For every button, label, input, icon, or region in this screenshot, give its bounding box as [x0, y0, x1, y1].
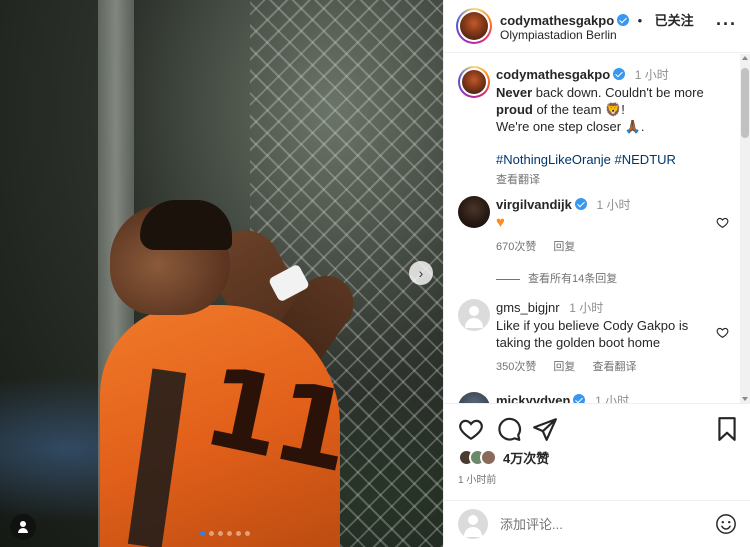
view-replies-link[interactable]: 查看所有14条回复	[496, 270, 617, 286]
commenter-avatar[interactable]	[458, 196, 490, 228]
verified-badge-icon	[613, 68, 626, 80]
location-link[interactable]: Olympiastadion Berlin	[500, 28, 617, 42]
commenter-username[interactable]: mickyvdven	[496, 393, 570, 403]
carousel-dot	[236, 531, 241, 536]
reply-button[interactable]: 回复	[553, 241, 575, 253]
comment: virgilvandijk 1 小时 ♥ 670次赞 回复	[496, 196, 736, 256]
comment: mickyvdven 1 小时	[496, 392, 736, 403]
post-header: codymathesgakpo • 已关注 Olympiastadion Ber…	[444, 0, 750, 53]
separator: •	[637, 13, 643, 28]
orange-heart-emoji: ♥	[496, 214, 505, 231]
scroll-up-icon[interactable]	[742, 56, 748, 60]
translate-link[interactable]: 查看翻译	[496, 174, 540, 186]
comments-scrollbar[interactable]	[740, 54, 750, 403]
current-user-avatar	[458, 509, 488, 539]
commenter-avatar[interactable]	[458, 299, 490, 331]
likes-count[interactable]: 4万次赞	[503, 448, 549, 467]
author-username[interactable]: codymathesgakpo	[500, 13, 614, 28]
caption-avatar[interactable]	[458, 66, 490, 98]
caption: codymathesgakpo 1 小时 Never back down. Co…	[496, 66, 736, 189]
comment-likes[interactable]: 350次赞	[496, 361, 536, 373]
post-detail-panel: codymathesgakpo • 已关注 Olympiastadion Ber…	[443, 0, 750, 547]
carousel-dot	[245, 531, 250, 536]
comment-bubble-icon[interactable]	[496, 416, 522, 442]
like-comment-heart-icon[interactable]	[716, 216, 729, 229]
following-button[interactable]: 已关注	[655, 13, 694, 28]
comment: gms_bigjnr 1 小时 Like if you believe Cody…	[496, 299, 701, 376]
caption-username[interactable]: codymathesgakpo	[496, 67, 610, 82]
user-icon	[18, 521, 28, 533]
save-bookmark-icon[interactable]	[714, 416, 740, 442]
scroll-down-icon[interactable]	[742, 397, 748, 401]
carousel-dot	[200, 531, 205, 536]
carousel-dot	[218, 531, 223, 536]
commenter-username[interactable]: virgilvandijk	[496, 197, 572, 212]
post-photo[interactable]: 11 ›	[0, 0, 443, 547]
chevron-right-icon: ›	[418, 265, 424, 281]
posted-time: 1 小时前	[458, 475, 497, 486]
comment-likes[interactable]: 670次赞	[496, 241, 536, 253]
carousel-next-button[interactable]: ›	[409, 261, 433, 285]
share-send-icon[interactable]	[532, 416, 558, 442]
like-comment-heart-icon[interactable]	[716, 326, 729, 339]
emoji-icon[interactable]	[715, 513, 737, 535]
comments-list[interactable]: codymathesgakpo 1 小时 Never back down. Co…	[444, 54, 741, 403]
hashtags[interactable]: #NothingLikeOranje #NEDTUR	[496, 151, 736, 168]
like-heart-icon[interactable]	[458, 416, 484, 442]
commenter-username[interactable]: gms_bigjnr	[496, 300, 560, 315]
comment-input[interactable]	[500, 514, 700, 534]
add-comment-bar	[444, 500, 750, 547]
liker-avatar	[480, 449, 497, 466]
comment-text: Like if you believe Cody Gakpo is taking…	[496, 318, 689, 350]
scrollbar-thumb[interactable]	[741, 68, 749, 138]
tagged-users-button[interactable]	[10, 514, 36, 540]
verified-badge-icon	[574, 198, 587, 210]
translate-link[interactable]: 查看翻译	[592, 361, 636, 373]
commenter-avatar[interactable]	[458, 392, 490, 403]
likes-summary[interactable]: 4万次赞	[458, 448, 549, 467]
carousel-dot	[227, 531, 232, 536]
caption-time: 1 小时	[634, 68, 669, 82]
author-avatar[interactable]	[456, 8, 492, 44]
carousel-dots	[200, 531, 250, 536]
carousel-dot	[209, 531, 214, 536]
reply-button[interactable]: 回复	[553, 361, 575, 373]
more-options-icon[interactable]: ···	[716, 14, 737, 35]
verified-badge-icon	[573, 394, 586, 403]
post-actions: 4万次赞 1 小时前	[444, 403, 750, 500]
verified-badge-icon	[617, 14, 630, 26]
